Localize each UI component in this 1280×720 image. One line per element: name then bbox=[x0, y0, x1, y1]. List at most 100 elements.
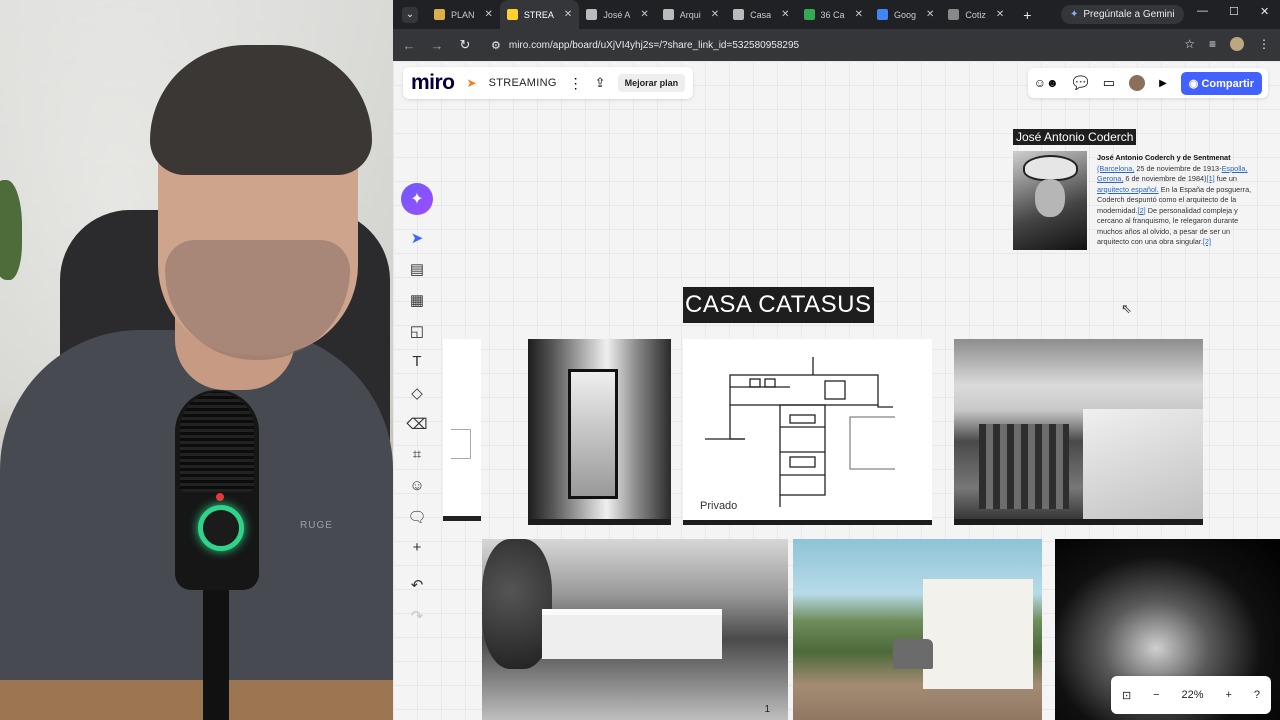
tab-close-icon[interactable]: ✕ bbox=[855, 9, 863, 20]
browser-tab[interactable]: Casa ✕ bbox=[726, 0, 796, 29]
image-card-partial[interactable] bbox=[443, 339, 481, 521]
tab-close-icon[interactable]: ✕ bbox=[711, 9, 719, 20]
desk bbox=[0, 680, 393, 720]
miro-canvas[interactable]: miro ➤ STREAMING ⋮ ⇪ Mejorar plan ☺☻ 💬 ▭… bbox=[393, 61, 1280, 720]
reactions-icon[interactable]: ☺☻ bbox=[1034, 76, 1059, 90]
upgrade-button[interactable]: Mejorar plan bbox=[617, 74, 686, 92]
mic-ring-light bbox=[198, 505, 244, 551]
more-tools-icon[interactable]: + bbox=[407, 539, 427, 556]
house-facade bbox=[542, 609, 722, 659]
tab-title: José A bbox=[603, 9, 631, 20]
shapes-icon[interactable]: ◇ bbox=[407, 384, 427, 402]
miro-top-bar: miro ➤ STREAMING ⋮ ⇪ Mejorar plan bbox=[403, 67, 694, 99]
bio-link-arquitecto[interactable]: arquitecto español. bbox=[1097, 185, 1159, 194]
sticky-note-icon[interactable]: ◱ bbox=[407, 322, 427, 340]
image-card-hallway[interactable] bbox=[528, 339, 671, 525]
plan-fragment bbox=[451, 429, 471, 459]
close-window-icon[interactable]: ✕ bbox=[1260, 5, 1269, 18]
architect-bio[interactable]: José Antonio Coderch y de Sentmenat (Bar… bbox=[1097, 153, 1255, 248]
share-button[interactable]: ◉ Compartir bbox=[1180, 71, 1262, 95]
bio-text-1: 25 de noviembre de 1913- bbox=[1136, 163, 1222, 173]
maximize-icon[interactable]: ☐ bbox=[1229, 5, 1239, 18]
board-menu-icon[interactable]: ⋮ bbox=[569, 75, 583, 92]
comment-tool-icon[interactable]: 🗨 bbox=[407, 508, 427, 526]
browser-tab[interactable]: Cotiz ✕ bbox=[941, 0, 1011, 29]
tab-close-icon[interactable]: ✕ bbox=[564, 9, 572, 20]
tab-favicon-icon bbox=[662, 9, 674, 20]
mouse-cursor-icon: ⇖ bbox=[1121, 301, 1132, 316]
image-card-exterior-wall[interactable] bbox=[954, 339, 1203, 525]
person-frame-title[interactable]: José Antonio Coderch bbox=[1013, 129, 1137, 145]
bio-text-2: 6 de noviembre de 1984) bbox=[1125, 174, 1207, 183]
comments-icon[interactable]: 💬 bbox=[1073, 75, 1089, 91]
bio-ref-3[interactable]: [2] bbox=[1203, 237, 1211, 246]
tab-close-icon[interactable]: ✕ bbox=[781, 9, 789, 20]
zoom-level[interactable]: 22% bbox=[1182, 689, 1204, 701]
zoom-out-icon[interactable]: − bbox=[1153, 689, 1159, 701]
zoom-controls: ⊡ − 22% + ? bbox=[1111, 676, 1271, 714]
redo-icon[interactable]: ↷ bbox=[407, 607, 427, 625]
zoom-in-icon[interactable]: + bbox=[1225, 689, 1231, 701]
tab-close-icon[interactable]: ✕ bbox=[996, 9, 1004, 20]
tab-favicon-icon bbox=[948, 9, 960, 20]
tab-close-icon[interactable]: ✕ bbox=[926, 9, 934, 20]
image-card-house-bw[interactable]: 1 bbox=[482, 539, 788, 720]
back-icon[interactable]: ← bbox=[397, 38, 421, 53]
url-field[interactable]: ⚙ miro.com/app/board/uXjVI4yhj2s=/?share… bbox=[491, 39, 799, 52]
frame-icon[interactable]: ⌗ bbox=[407, 446, 427, 463]
floor-plan-drawing bbox=[705, 357, 895, 507]
text-tool-icon[interactable]: T bbox=[407, 353, 427, 370]
browser-tab[interactable]: 36 Ca ✕ bbox=[797, 0, 870, 29]
bio-link-barcelona[interactable]: (Barcelona, bbox=[1097, 164, 1134, 173]
architect-portrait[interactable] bbox=[1013, 151, 1087, 250]
ai-sparkle-icon[interactable]: ✦ bbox=[401, 183, 433, 215]
minimize-icon[interactable]: — bbox=[1197, 5, 1208, 17]
tab-search-icon[interactable]: ⌄ bbox=[402, 6, 418, 23]
caption-bar bbox=[443, 516, 481, 521]
new-tab-icon[interactable]: + bbox=[1023, 7, 1031, 23]
reading-list-icon[interactable]: ≡ bbox=[1209, 37, 1216, 51]
select-cursor-icon[interactable]: ➤ bbox=[407, 229, 427, 247]
image-card-floor-plan[interactable]: Privado bbox=[683, 339, 932, 525]
user-avatar[interactable] bbox=[1129, 75, 1146, 91]
tab-favicon-icon bbox=[803, 9, 815, 20]
browser-menu-icon[interactable]: ⋮ bbox=[1258, 37, 1270, 51]
eraser-icon[interactable]: ⌫ bbox=[406, 415, 427, 433]
browser-tab[interactable]: Arqui ✕ bbox=[656, 0, 726, 29]
bio-ref-2[interactable]: [2] bbox=[1138, 206, 1146, 215]
url-text: miro.com/app/board/uXjVI4yhj2s=/?share_l… bbox=[508, 39, 800, 51]
forward-icon[interactable]: → bbox=[425, 38, 449, 53]
video-call-icon[interactable]: ▭ bbox=[1103, 75, 1115, 91]
tab-close-icon[interactable]: ✕ bbox=[640, 9, 648, 20]
fit-to-screen-icon[interactable]: ⊡ bbox=[1122, 689, 1131, 702]
browser-tab[interactable]: PLAN ✕ bbox=[427, 0, 500, 29]
browser-tab[interactable]: José A ✕ bbox=[579, 0, 655, 29]
hallway-door bbox=[568, 369, 618, 499]
export-icon[interactable]: ⇪ bbox=[595, 75, 606, 91]
tab-close-icon[interactable]: ✕ bbox=[485, 9, 493, 20]
tab-favicon-icon bbox=[876, 9, 888, 20]
present-icon[interactable]: ▶ bbox=[1159, 78, 1167, 89]
site-info-icon[interactable]: ⚙ bbox=[491, 39, 501, 52]
templates-icon[interactable]: ▤ bbox=[407, 260, 427, 278]
board-icon: ➤ bbox=[466, 76, 477, 90]
tab-title: Goog bbox=[893, 9, 916, 20]
miro-logo[interactable]: miro bbox=[411, 71, 455, 95]
help-icon[interactable]: ? bbox=[1254, 689, 1260, 701]
undo-icon[interactable]: ↶ bbox=[407, 576, 427, 594]
image-card-carport-render[interactable] bbox=[793, 539, 1042, 720]
bookmark-star-icon[interactable]: ☆ bbox=[1184, 37, 1195, 51]
emoji-icon[interactable]: ☺ bbox=[407, 477, 427, 494]
browser-tab[interactable]: STREA ✕ bbox=[499, 0, 580, 29]
gemini-button[interactable]: ✦ Pregúntale a Gemini bbox=[1061, 5, 1184, 24]
table-icon[interactable]: ▦ bbox=[407, 291, 427, 309]
browser-window: ⌄ PLAN ✕ STREA ✕ José A ✕ Arqui ✕ Casa ✕ 36 Ca ✕ Goo… bbox=[393, 0, 1280, 720]
browser-tab[interactable]: Goog ✕ bbox=[870, 0, 941, 29]
board-name[interactable]: STREAMING bbox=[489, 77, 557, 89]
casa-frame-title[interactable]: CASA CATASUS bbox=[683, 287, 874, 323]
profile-avatar[interactable] bbox=[1230, 37, 1244, 51]
gemini-icon: ✦ bbox=[1070, 9, 1079, 20]
plan-label: Privado bbox=[700, 500, 738, 512]
reload-icon[interactable]: ↻ bbox=[453, 37, 477, 53]
bio-ref-1[interactable]: [1] bbox=[1207, 174, 1215, 183]
